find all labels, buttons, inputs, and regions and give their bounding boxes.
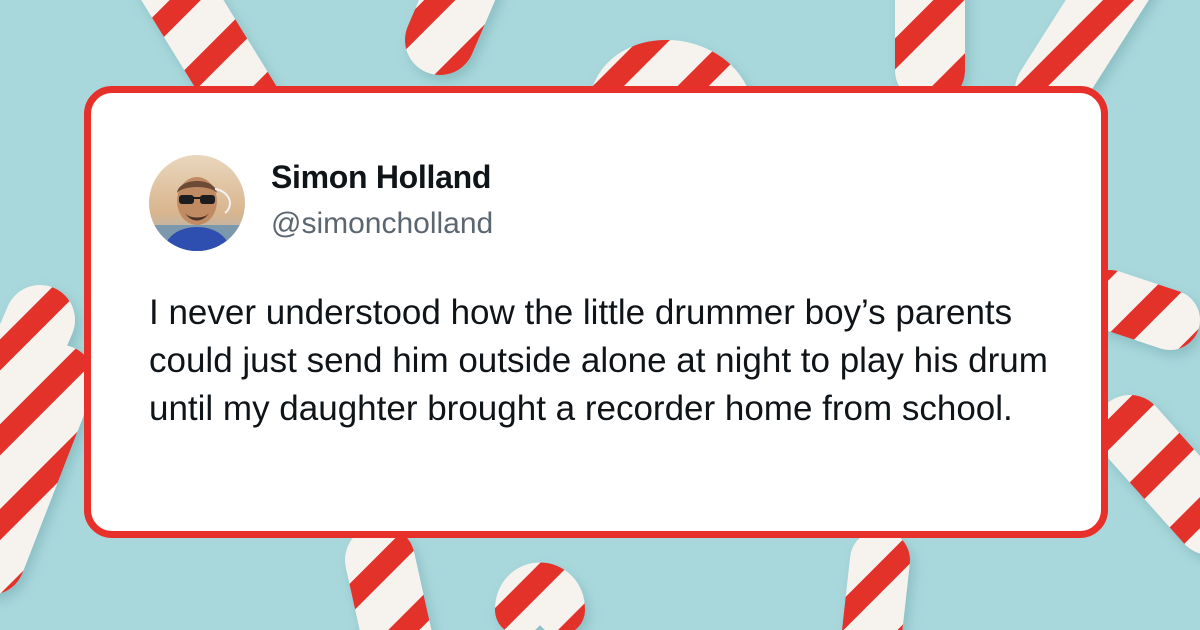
- candy-cane: [842, 530, 910, 630]
- candy-cane: [405, 0, 496, 75]
- tweet-card: Simon Holland @simoncholland I never und…: [84, 86, 1108, 538]
- candy-cane: [1095, 395, 1200, 554]
- candy-cane: [1015, 0, 1149, 125]
- avatar-photo-icon: [149, 155, 245, 251]
- avatar[interactable]: [149, 155, 245, 251]
- candy-cane: [1080, 270, 1200, 350]
- author-name[interactable]: Simon Holland: [271, 159, 491, 196]
- candy-cane: [345, 525, 432, 630]
- author-handle[interactable]: @simoncholland: [271, 207, 493, 241]
- tweet-text: I never understood how the little drumme…: [149, 293, 1048, 428]
- candy-cane: [495, 562, 585, 630]
